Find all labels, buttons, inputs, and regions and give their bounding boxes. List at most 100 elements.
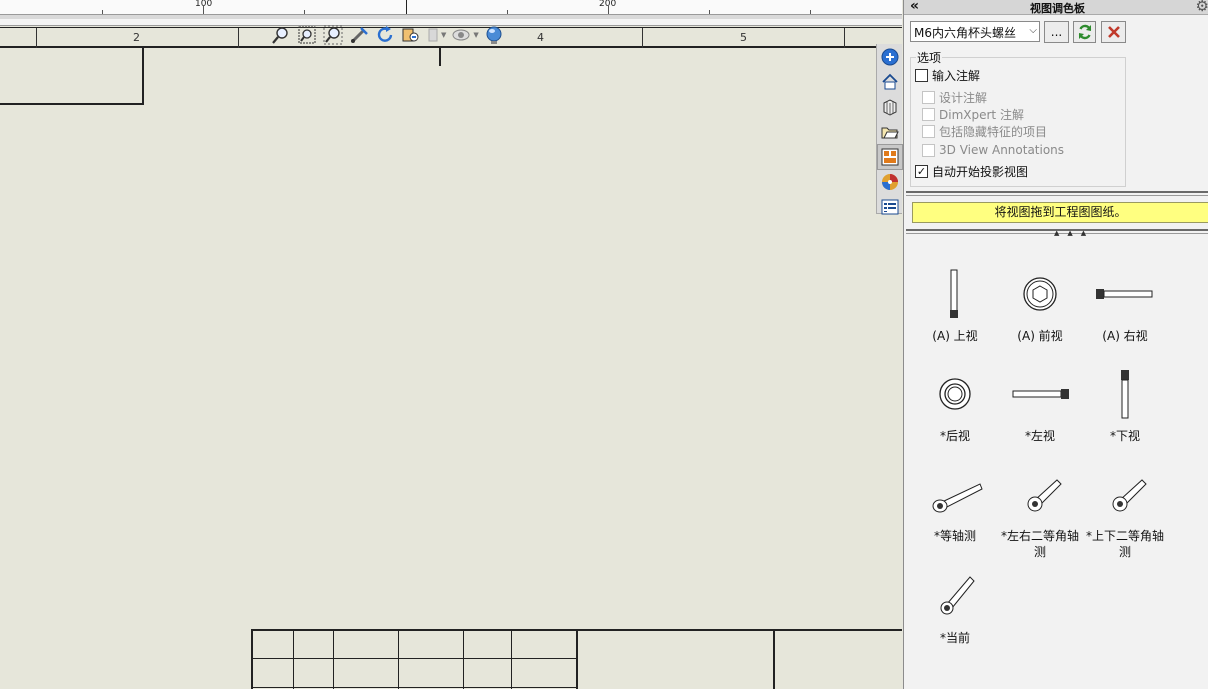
auto-projected-view-label: 自动开始投影视图 xyxy=(932,165,1029,179)
checkbox-box[interactable] xyxy=(915,69,928,82)
zone-divider xyxy=(238,28,239,48)
title-block-line xyxy=(773,631,775,689)
view-palette-panel: « 视图调色板 ⚙ M6内六角杯头螺丝 ⌵ ... 选项 输入注解 设计注解 D… xyxy=(903,0,1208,689)
title-block-line xyxy=(253,687,577,688)
home-icon[interactable] xyxy=(878,70,902,94)
refresh-button[interactable] xyxy=(1073,21,1096,43)
close-icon xyxy=(1107,26,1120,38)
ruler-tick xyxy=(709,10,710,14)
dimetric-view-thumbnail xyxy=(1112,479,1147,512)
zone-divider xyxy=(844,28,845,48)
view-back[interactable]: *后视 xyxy=(911,368,999,444)
dropdown-arrow-icon[interactable]: ▼ xyxy=(441,31,446,39)
checkbox-box xyxy=(922,91,935,104)
view-label: *等轴测 xyxy=(933,529,976,543)
view-left[interactable]: *左视 xyxy=(996,368,1084,444)
options-legend: 选项 xyxy=(916,49,943,66)
checkbox-box xyxy=(922,125,935,138)
3d-view-annotations-checkbox: 3D View Annotations xyxy=(922,143,1064,157)
view-dimetric-lr[interactable]: *左右二等角轴测 xyxy=(996,468,1084,560)
view-front[interactable]: (A) 前视 xyxy=(996,268,1084,344)
zoom-in-out-icon[interactable] xyxy=(322,24,344,46)
ruler-tick xyxy=(102,10,103,14)
dimxpert-annotations-checkbox: DimXpert 注解 xyxy=(922,106,1024,123)
zone-label: 2 xyxy=(133,31,140,44)
view-label: (A) 前视 xyxy=(1017,329,1063,343)
zone-label: 5 xyxy=(740,31,747,44)
model-select[interactable]: M6内六角杯头螺丝 ⌵ xyxy=(910,21,1040,42)
section-divider xyxy=(906,191,1208,196)
chevron-down-icon: ⌵ xyxy=(1029,25,1037,36)
section-view-icon[interactable] xyxy=(400,24,422,46)
collapse-panel-button[interactable]: « xyxy=(910,0,919,14)
isometric-view-thumbnail xyxy=(932,483,983,513)
title-block-line xyxy=(333,631,334,689)
view-label: (A) 右视 xyxy=(1102,329,1148,343)
view-dimetric-ud[interactable]: *上下二等角轴测 xyxy=(1081,468,1169,560)
current-view-thumbnail xyxy=(940,576,975,615)
zone-label: 4 xyxy=(537,31,544,44)
auto-projected-view-checkbox[interactable]: ✓ 自动开始投影视图 xyxy=(915,163,1028,180)
custom-properties-icon[interactable] xyxy=(878,195,902,219)
design-library-icon[interactable] xyxy=(878,95,902,119)
view-bottom[interactable]: *下视 xyxy=(1081,368,1169,444)
view-label: *后视 xyxy=(939,429,970,443)
title-block-line xyxy=(293,631,294,689)
ruler-center-tick xyxy=(406,0,407,14)
view-palette-icon[interactable] xyxy=(877,144,903,170)
browse-button[interactable]: ... xyxy=(1044,21,1069,43)
drawing-sheet[interactable]: 100 200 2 4 5 ▼ ▼ xyxy=(0,0,902,689)
file-explorer-icon[interactable] xyxy=(878,120,902,144)
rotate-icon[interactable] xyxy=(374,24,396,46)
appearance-icon[interactable] xyxy=(483,24,505,46)
dimetric-view-thumbnail xyxy=(1027,479,1062,512)
appearances-icon[interactable] xyxy=(878,170,902,194)
hide-show-icon[interactable] xyxy=(426,24,440,46)
panel-title: 视图调色板 xyxy=(1030,2,1085,15)
ruler-tick xyxy=(810,10,811,14)
model-select-value: M6内六角杯头螺丝 xyxy=(914,26,1016,40)
display-style-icon[interactable] xyxy=(450,24,472,46)
task-pane-tab-strip xyxy=(876,44,903,215)
view-label: *当前 xyxy=(939,631,970,645)
sheet-corner-frame xyxy=(0,47,144,105)
previous-view-icon[interactable] xyxy=(348,24,370,46)
hidden-features-checkbox: 包括隐藏特征的项目 xyxy=(922,123,1047,140)
view-label: *左右二等角轴测 xyxy=(1000,529,1079,559)
title-block xyxy=(251,629,902,689)
right-view-thumbnail xyxy=(1096,289,1153,299)
clear-button[interactable] xyxy=(1101,21,1126,43)
checkbox-checked[interactable]: ✓ xyxy=(915,165,928,178)
view-label: *下视 xyxy=(1109,429,1140,443)
dropdown-arrow-icon[interactable]: ▼ xyxy=(473,31,478,39)
splitter-grip-icon[interactable]: ▲▲▲ xyxy=(1054,229,1094,237)
3d-view-annotations-label: 3D View Annotations xyxy=(939,143,1065,157)
view-current[interactable]: *当前 xyxy=(911,570,999,646)
checkbox-box xyxy=(922,143,935,157)
ruler-tick xyxy=(507,10,508,14)
ruler-label: 100 xyxy=(195,0,213,9)
dimxpert-annotations-label: DimXpert 注解 xyxy=(939,108,1024,122)
heads-up-view-toolbar: ▼ ▼ xyxy=(270,24,505,46)
import-annotations-checkbox[interactable]: 输入注解 xyxy=(915,67,980,84)
gear-icon[interactable]: ⚙ xyxy=(1196,0,1208,15)
import-annotations-label: 输入注解 xyxy=(932,69,981,83)
horizontal-ruler: 100 200 xyxy=(0,0,902,15)
refresh-icon xyxy=(1078,24,1091,40)
zone-divider xyxy=(36,28,37,48)
view-right[interactable]: (A) 右视 xyxy=(1081,268,1169,344)
title-block-line xyxy=(576,631,578,689)
zoom-to-fit-icon[interactable] xyxy=(270,24,292,46)
solidworks-resources-icon[interactable] xyxy=(878,45,902,69)
view-label: *左视 xyxy=(1024,429,1055,443)
zoom-to-area-icon[interactable] xyxy=(296,24,318,46)
back-view-thumbnail xyxy=(939,378,971,410)
view-top[interactable]: (A) 上视 xyxy=(911,268,999,344)
checkbox-box xyxy=(922,108,935,121)
left-view-thumbnail xyxy=(1012,389,1069,399)
top-view-thumbnail xyxy=(950,269,958,318)
zone-divider xyxy=(642,28,643,48)
title-block-line xyxy=(398,631,399,689)
view-isometric[interactable]: *等轴测 xyxy=(911,468,999,544)
title-block-line xyxy=(511,631,512,689)
